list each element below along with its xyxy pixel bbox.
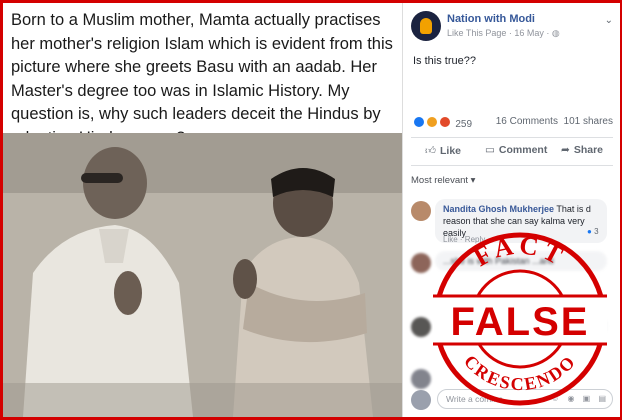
comment-count[interactable]: 16 Comments <box>496 116 558 127</box>
share-label: Share <box>573 144 603 156</box>
archival-photo <box>3 133 402 417</box>
like-reaction-icon <box>413 116 425 128</box>
reaction-stats: 259 16 Comments 101 shares <box>413 116 613 132</box>
page-name[interactable]: Nation with Modi <box>447 13 535 25</box>
comment-sort-dropdown[interactable]: Most relevant ▾ <box>411 175 475 186</box>
globe-icon: ◍ <box>551 28 560 38</box>
image-caption: Born to a Muslim mother, Mamta actually … <box>11 11 393 147</box>
share-count[interactable]: 101 shares <box>564 116 613 127</box>
stamp-bottom-text: CRESCENDO <box>460 351 580 394</box>
fact-check-stamp: FACT CRESCENDO FALSE <box>433 232 607 406</box>
like-label: Like <box>439 145 461 157</box>
chevron-down-icon[interactable]: ⌄ <box>605 15 613 26</box>
share-arrow-icon: ➦ <box>561 144 570 156</box>
divider <box>411 137 613 138</box>
stamp-main-text: FALSE <box>451 300 590 344</box>
post-meta: Like This Page · 16 May · ◍ <box>447 28 560 38</box>
post-actions: 👍︎ Like ▭ Comment ➦ Share <box>411 141 613 163</box>
share-button[interactable]: ➦ Share <box>561 144 603 156</box>
shared-image: Born to a Muslim mother, Mamta actually … <box>3 3 402 417</box>
post-date[interactable]: 16 May <box>514 28 544 38</box>
reaction-count[interactable]: 259 <box>455 119 472 130</box>
post-header: Nation with Modi Like This Page · 16 May… <box>411 11 617 43</box>
user-avatar <box>411 390 431 410</box>
like-button[interactable]: 👍︎ Like <box>425 144 461 157</box>
post-text: Is this true?? <box>413 55 476 67</box>
commenter-avatar[interactable] <box>411 369 431 389</box>
stamp-top-text: FACT <box>469 232 571 272</box>
commenter-avatar[interactable] <box>411 317 431 337</box>
commenter-name[interactable]: Nandita Ghosh Mukherjee <box>443 204 554 214</box>
comment-share-counts: 16 Comments 101 shares <box>496 116 613 127</box>
thumbs-up-icon: 👍︎ <box>425 145 436 157</box>
comment-label: Comment <box>498 144 548 156</box>
divider <box>411 165 613 166</box>
commenter-avatar[interactable] <box>411 253 431 273</box>
angry-reaction-icon <box>438 116 451 128</box>
comment-button[interactable]: ▭ Comment <box>485 144 547 156</box>
commenter-avatar[interactable] <box>411 201 431 221</box>
page-avatar[interactable] <box>411 11 441 41</box>
like-page-link[interactable]: Like This Page <box>447 28 506 38</box>
wow-reaction-icon <box>425 116 438 128</box>
speech-bubble-icon: ▭ <box>485 144 495 156</box>
